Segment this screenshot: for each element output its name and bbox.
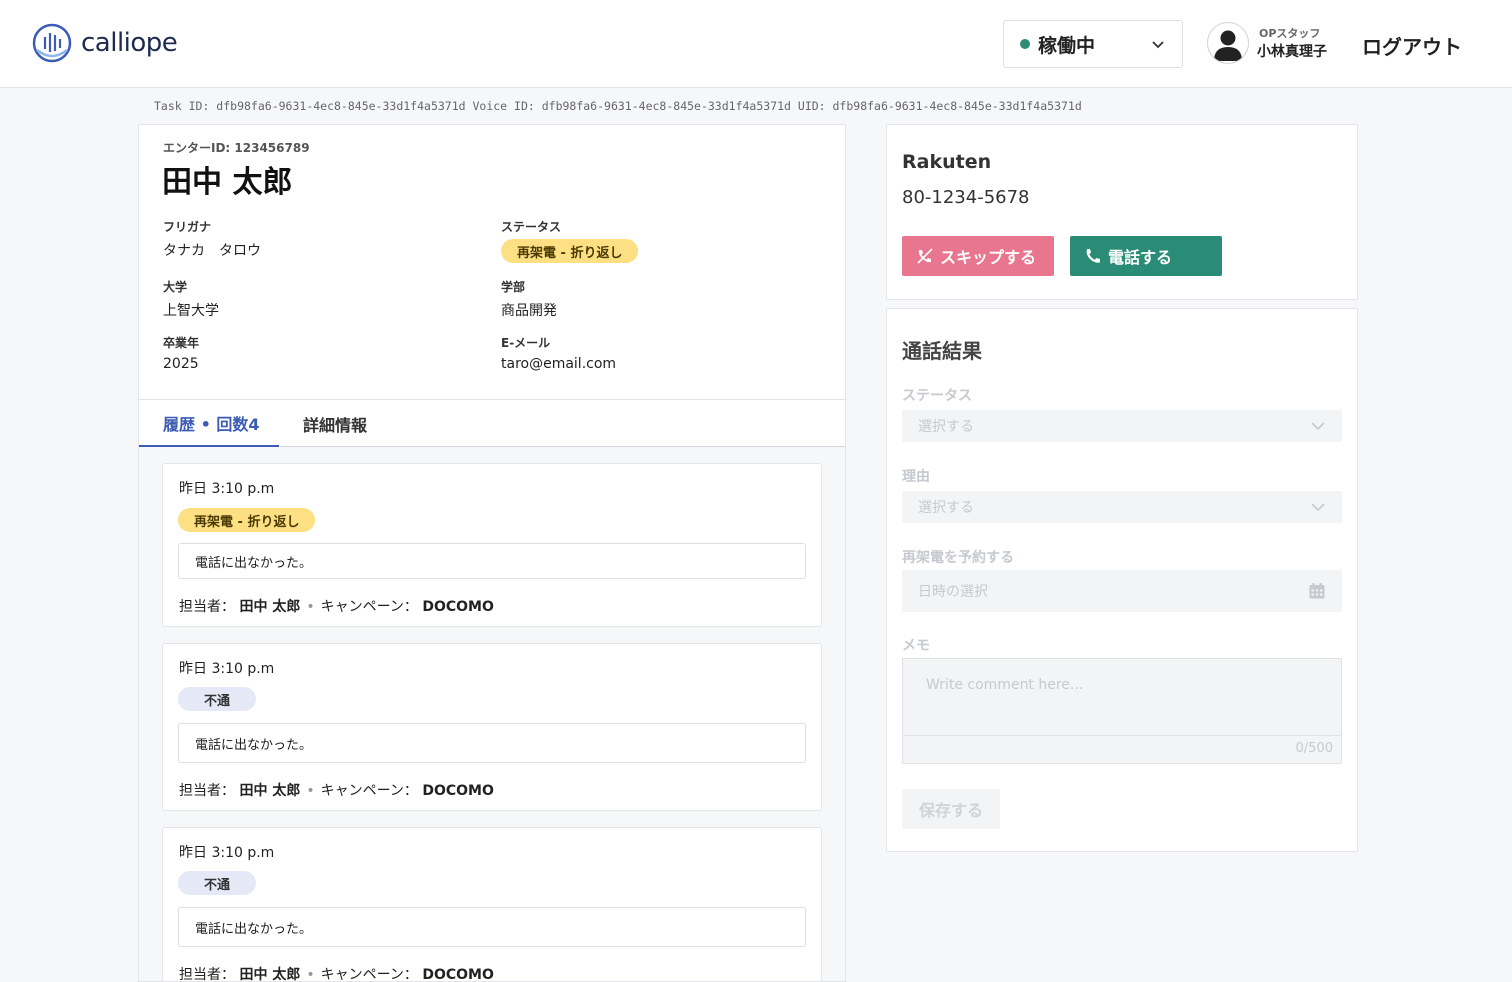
reason-placeholder: 選択する (918, 500, 974, 516)
history-note: 電話に出なかった。 (178, 907, 806, 947)
history-time: 昨日 3:10 p.m (179, 845, 275, 861)
history-badge: 再架電 - 折り返し (178, 508, 316, 532)
assignee-name: 田中 太郎 (239, 599, 301, 615)
assignee-label: 担当者： (179, 967, 235, 982)
task-ids: Task ID: dfb98fa6-9631-4ec8-845e-33d1f4a… (154, 99, 1082, 113)
campaign-label: キャンペーン： (320, 967, 418, 982)
campaign-label: キャンペーン： (320, 783, 418, 799)
result-status-select[interactable]: 選択する (902, 410, 1342, 442)
skip-button-label: スキップする (940, 248, 1037, 267)
recall-label: 再架電を予約する (902, 550, 1014, 566)
campaign-label: キャンペーン： (320, 599, 418, 615)
top-header: calliope 稼働中 OPスタッフ 小林真理子 ログアウト (0, 0, 1512, 88)
furigana-value: タナカ タロウ (163, 243, 261, 259)
history-card: 昨日 3:10 p.m 再架電 - 折り返し 電話に出なかった。 担当者： 田中… (162, 463, 822, 627)
candidate-panel: エンターID: 123456789 田中 太郎 フリガナ タナカ タロウ ステー… (138, 124, 846, 982)
chevron-down-icon (1311, 503, 1325, 512)
call-result-title: 通話結果 (902, 339, 982, 363)
faculty-label: 学部 (501, 280, 526, 294)
history-badge: 不通 (178, 871, 257, 895)
reason-label: 理由 (902, 469, 930, 485)
campaign-name: DOCOMO (422, 967, 494, 982)
memo-label: メモ (902, 638, 930, 654)
call-result-panel: 通話結果 ステータス 選択する 理由 選択する 再架電を予約する 日時の選択 メ… (886, 308, 1358, 852)
email-label: E-メール (501, 336, 551, 350)
memo-placeholder: Write comment here... (926, 677, 1084, 693)
assignee-name: 田中 太郎 (239, 783, 301, 799)
operator-status-label: 稼働中 (1038, 34, 1096, 57)
campaign-name: DOCOMO (422, 599, 494, 615)
history-note: 電話に出なかった。 (178, 723, 806, 763)
recall-datetime-input[interactable]: 日時の選択 (902, 570, 1342, 612)
enter-id: エンターID: 123456789 (163, 141, 310, 155)
candidate-name: 田中 太郎 (162, 165, 293, 200)
separator-dot: • (306, 783, 315, 799)
furigana-label: フリガナ (163, 220, 212, 234)
status-label: ステータス (501, 220, 562, 234)
memo-textarea[interactable]: Write comment here... 0/500 (902, 658, 1342, 764)
history-card: 昨日 3:10 p.m 不通 電話に出なかった。 担当者： 田中 太郎 • キャンペ… (162, 827, 822, 982)
graduation-value: 2025 (163, 356, 199, 372)
campaign-name: DOCOMO (422, 783, 494, 799)
save-button[interactable]: 保存する (902, 789, 1000, 829)
history-time: 昨日 3:10 p.m (179, 661, 275, 677)
user-name: 小林真理子 (1257, 44, 1327, 60)
separator-dot: • (306, 599, 315, 615)
calliope-logo-icon (32, 23, 72, 63)
logout-button[interactable]: ログアウト (1362, 31, 1462, 60)
university-value: 上智大学 (163, 303, 219, 319)
skip-button[interactable]: スキップする (902, 236, 1054, 276)
assignee-name: 田中 太郎 (239, 967, 301, 982)
phone-skip-icon (917, 248, 933, 264)
chevron-down-icon (1311, 422, 1325, 431)
graduation-label: 卒業年 (163, 336, 200, 350)
user-icon (1214, 30, 1242, 61)
memo-divider (903, 735, 1341, 736)
history-meta: 担当者： 田中 太郎 • キャンペーン： DOCOMO (179, 964, 494, 982)
recall-placeholder: 日時の選択 (918, 584, 988, 600)
history-time: 昨日 3:10 p.m (179, 481, 275, 497)
user-menu[interactable]: OPスタッフ 小林真理子 (1207, 22, 1327, 64)
result-status-label: ステータス (902, 388, 972, 404)
operator-status-select[interactable]: 稼働中 (1003, 20, 1183, 68)
tab-history[interactable]: 履歴 • 回数4 (139, 400, 279, 447)
history-badge: 不通 (178, 687, 257, 711)
chevron-down-icon (1152, 41, 1164, 49)
history-meta: 担当者： 田中 太郎 • キャンペーン： DOCOMO (179, 780, 494, 800)
assignee-label: 担当者： (179, 783, 235, 799)
tab-bar: 履歴 • 回数4 詳細情報 (139, 399, 845, 447)
status-badge: 再架電 - 折り返し (501, 239, 639, 263)
phone-icon (1086, 249, 1100, 263)
company-name: Rakuten (902, 151, 992, 173)
university-label: 大学 (163, 280, 188, 294)
separator-dot: • (306, 967, 315, 982)
memo-char-count: 0/500 (1295, 741, 1333, 756)
status-dot-icon (1020, 39, 1030, 49)
user-role: OPスタッフ (1259, 27, 1321, 40)
logo[interactable]: calliope (31, 22, 178, 64)
tab-details[interactable]: 詳細情報 (303, 400, 367, 447)
history-meta: 担当者： 田中 太郎 • キャンペーン： DOCOMO (179, 596, 494, 616)
email-value: taro@email.com (501, 356, 617, 372)
history-note: 電話に出なかった。 (178, 543, 806, 579)
result-status-placeholder: 選択する (918, 419, 974, 435)
avatar (1207, 22, 1249, 64)
phone-number: 80-1234-5678 (902, 187, 1030, 208)
history-list: 昨日 3:10 p.m 再架電 - 折り返し 電話に出なかった。 担当者： 田中… (139, 447, 845, 982)
faculty-value: 商品開発 (501, 303, 557, 319)
company-panel: Rakuten 80-1234-5678 スキップする 電話する (886, 124, 1358, 300)
history-card: 昨日 3:10 p.m 不通 電話に出なかった。 担当者： 田中 太郎 • キャンペ… (162, 643, 822, 811)
calendar-icon (1309, 583, 1325, 599)
reason-select[interactable]: 選択する (902, 491, 1342, 523)
assignee-label: 担当者： (179, 599, 235, 615)
call-button[interactable]: 電話する (1070, 236, 1222, 276)
call-button-label: 電話する (1108, 248, 1173, 267)
logo-text: calliope (81, 28, 178, 58)
